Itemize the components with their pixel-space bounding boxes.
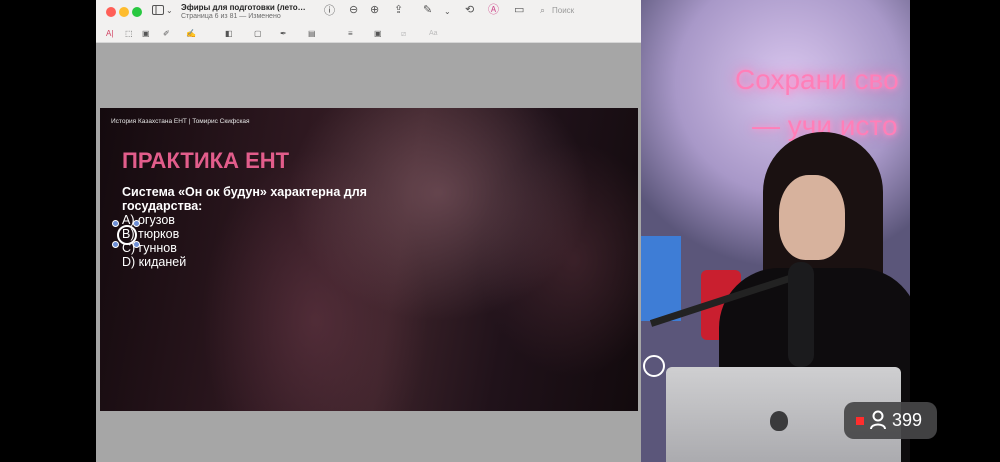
search-field[interactable]: ⌕ Поиск (540, 5, 632, 18)
answer-option-d: D) киданей (122, 255, 187, 269)
selection-icon[interactable]: ⬚ (125, 28, 133, 40)
chevron-down-icon[interactable]: ⌄ (166, 5, 173, 17)
background-board (641, 236, 681, 321)
viewer-count: 399 (892, 410, 923, 430)
sidebar-toggle-icon[interactable] (152, 5, 164, 18)
text-tool-icon[interactable]: A| (106, 28, 113, 40)
signature-icon[interactable]: ▭ (514, 4, 524, 16)
sketch-icon[interactable]: ✐ (163, 28, 170, 40)
window-titlebar: ⌄ Эфиры для подготовки (лето… Страница 6… (96, 0, 641, 43)
annotation-resize-handle[interactable] (112, 241, 119, 248)
zoom-in-icon[interactable]: ⊕ (370, 4, 379, 16)
slide-question: Система «Он ок будун» характерна для гос… (122, 185, 367, 213)
highlight-icon[interactable]: Ⓐ (488, 4, 499, 16)
text-style-icon[interactable]: Aa (429, 28, 438, 40)
fill-color-icon[interactable]: ⧄ (401, 28, 406, 40)
text-box-icon[interactable]: ▢ (254, 28, 262, 40)
document-title: Эфиры для подготовки (лето… (181, 3, 306, 12)
annotation-resize-handle[interactable] (133, 220, 140, 227)
podcast-icon (643, 355, 665, 377)
instant-alpha-icon[interactable]: ▣ (142, 28, 150, 40)
zoom-out-icon[interactable]: ⊖ (349, 4, 358, 16)
webcam-feed: Сохрани сво — учи исто (641, 0, 910, 462)
viewer-person-icon (870, 410, 886, 430)
live-viewers-badge[interactable]: 399 (844, 402, 937, 439)
minimize-window-button[interactable] (119, 7, 129, 17)
draw-icon[interactable]: ✍ (186, 28, 196, 40)
fullscreen-window-button[interactable] (132, 7, 142, 17)
markup-pen-icon[interactable]: ✎ (423, 4, 432, 16)
info-icon[interactable]: ⓘ (324, 5, 335, 17)
search-placeholder: Поиск (552, 6, 575, 15)
search-icon: ⌕ (540, 5, 546, 15)
presenter-face (779, 175, 845, 260)
sign-icon[interactable]: ✒ (280, 28, 287, 40)
presentation-slide: История Казахстана ЕНТ | Томирис Скифска… (100, 108, 638, 411)
shapes-icon[interactable]: ◧ (225, 28, 233, 40)
microphone (788, 262, 814, 367)
document-status: Страница 6 из 81 — Изменено (181, 13, 281, 20)
annotation-resize-handle[interactable] (112, 220, 119, 227)
border-color-icon[interactable]: ▣ (374, 28, 382, 40)
live-indicator-icon (856, 417, 864, 425)
rotate-icon[interactable]: ⟲ (465, 4, 474, 16)
neon-sign-line-1: Сохрани сво (735, 64, 899, 95)
note-icon[interactable]: ▤ (308, 28, 316, 40)
markup-menu-chevron-icon[interactable]: ⌄ (444, 6, 451, 18)
apple-logo-icon (770, 411, 788, 431)
slide-title: ПРАКТИКА ЕНТ (122, 148, 290, 173)
slide-header: История Казахстана ЕНТ | Томирис Скифска… (111, 118, 250, 125)
preview-window: ⌄ Эфиры для подготовки (лето… Страница 6… (96, 0, 641, 462)
share-icon[interactable]: ⇪ (394, 4, 403, 16)
close-window-button[interactable] (106, 7, 116, 17)
annotation-resize-handle[interactable] (133, 241, 140, 248)
line-style-icon[interactable]: ≡ (348, 28, 353, 40)
